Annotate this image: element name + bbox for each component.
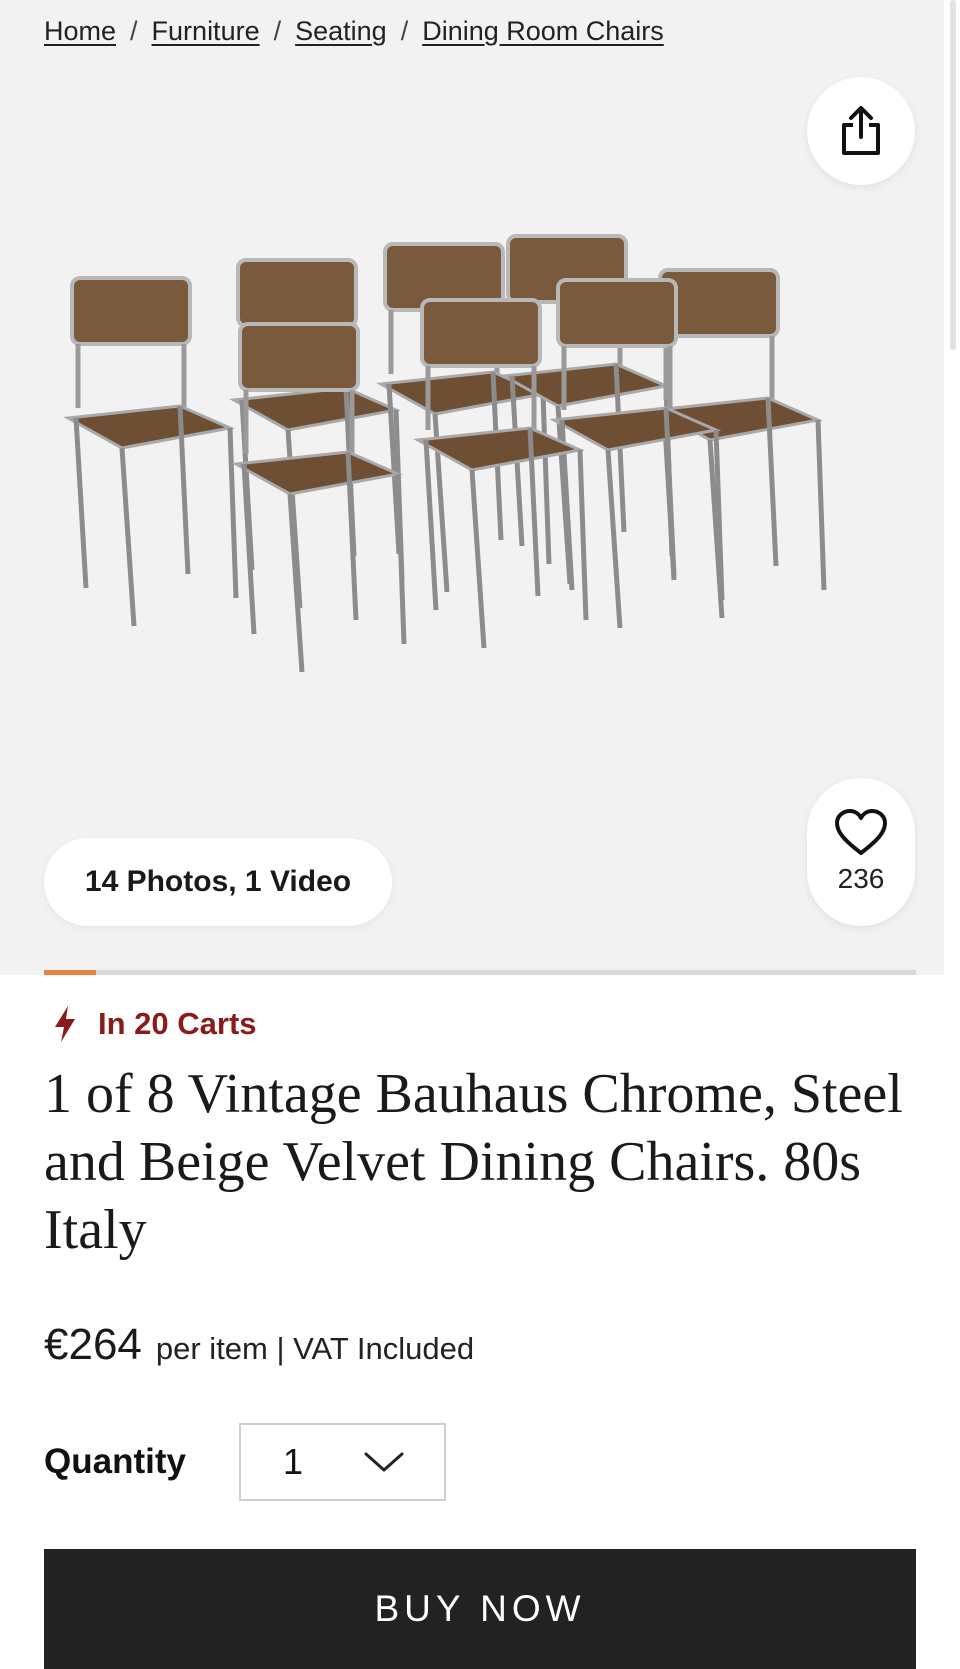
breadcrumb: Home / Furniture / Seating / Dining Room… xyxy=(44,16,664,47)
chair-8 xyxy=(231,322,407,673)
quantity-label: Quantity xyxy=(44,1442,186,1481)
price-note: per item | VAT Included xyxy=(155,1331,475,1366)
lightning-icon xyxy=(55,1006,75,1042)
chair-2 xyxy=(229,258,405,609)
in-carts-label: In 20 Carts xyxy=(98,1006,257,1041)
breadcrumb-furniture[interactable]: Furniture xyxy=(152,16,260,47)
chair-5 xyxy=(651,268,827,619)
favorite-button[interactable]: 236 xyxy=(807,778,915,926)
price-row: €264 per item | VAT Included xyxy=(44,1320,474,1370)
scrollbar[interactable] xyxy=(944,0,960,975)
product-gallery: Home / Furniture / Seating / Dining Room… xyxy=(0,0,944,975)
breadcrumb-seating[interactable]: Seating xyxy=(295,16,387,47)
share-icon xyxy=(842,106,880,155)
breadcrumb-home[interactable]: Home xyxy=(44,16,116,47)
heart-icon xyxy=(835,809,887,855)
photos-video-button[interactable]: 14 Photos, 1 Video xyxy=(44,838,392,926)
in-carts-badge: In 20 Carts xyxy=(52,1005,257,1043)
favorite-count: 236 xyxy=(837,863,885,894)
product-title: 1 of 8 Vintage Bauhaus Chrome, Steel and… xyxy=(44,1063,903,1261)
quantity-value: 1 xyxy=(283,1441,304,1482)
breadcrumb-separator: / xyxy=(130,16,138,46)
gallery-progress-fill xyxy=(44,970,97,975)
quantity-select[interactable]: 1 xyxy=(239,1423,446,1501)
share-button[interactable] xyxy=(807,77,915,185)
scrollbar-thumb[interactable] xyxy=(950,0,956,350)
price: €264 xyxy=(44,1320,142,1369)
gallery-progress-track xyxy=(44,970,916,975)
breadcrumb-separator: / xyxy=(273,16,282,46)
chevron-down-icon xyxy=(364,1452,404,1472)
buy-now-button[interactable]: BUY NOW xyxy=(44,1549,916,1669)
chair-1 xyxy=(63,276,239,627)
breadcrumb-separator: / xyxy=(400,16,409,46)
product-photo-chairs[interactable] xyxy=(60,230,900,790)
breadcrumb-dining-room-chairs[interactable]: Dining Room Chairs xyxy=(422,16,664,47)
